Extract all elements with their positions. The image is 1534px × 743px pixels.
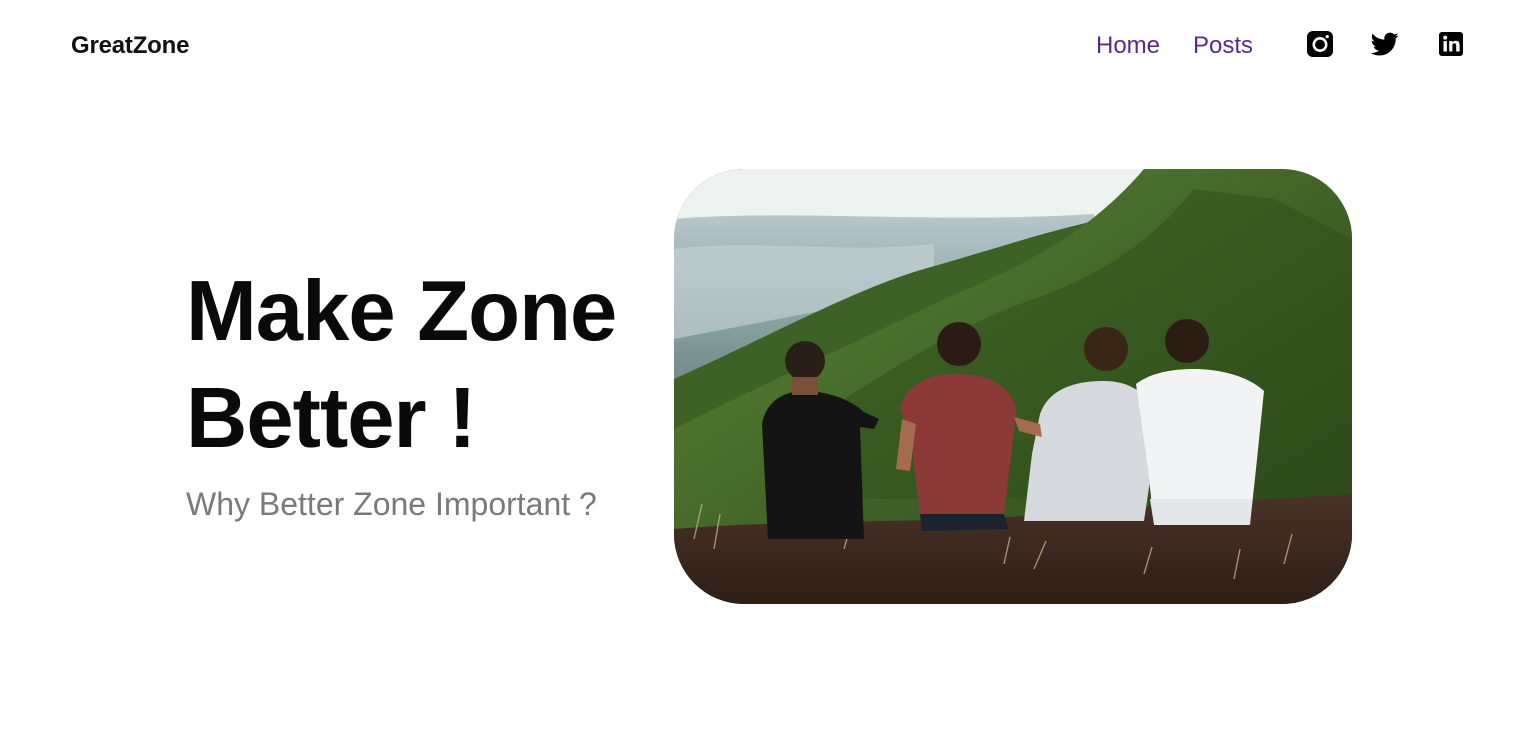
twitter-link[interactable] xyxy=(1371,30,1399,58)
hero-title: Make Zone Better ! xyxy=(186,258,656,472)
hero-title-line-2: Better ! xyxy=(186,371,477,466)
nav-link-posts[interactable]: Posts xyxy=(1193,30,1253,62)
hero-subtitle: Why Better Zone Important ? xyxy=(186,486,597,522)
hero-title-line-1: Make Zone xyxy=(186,264,617,359)
twitter-icon xyxy=(1371,30,1399,58)
brand-logo[interactable]: GreatZone xyxy=(71,32,189,60)
linkedin-icon xyxy=(1437,30,1465,58)
instagram-link[interactable] xyxy=(1306,30,1334,58)
instagram-icon xyxy=(1306,30,1334,58)
nav-links: Home Posts xyxy=(1096,30,1253,62)
hero-text: Make Zone Better ! Why Better Zone Impor… xyxy=(186,258,656,524)
nav-link-home[interactable]: Home xyxy=(1096,30,1160,62)
navbar: GreatZone Home Posts xyxy=(0,0,1534,92)
linkedin-link[interactable] xyxy=(1437,30,1465,58)
hero-image xyxy=(674,169,1352,604)
